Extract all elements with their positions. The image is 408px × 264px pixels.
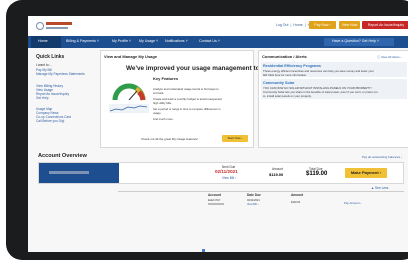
total-due-value: $119.00 bbox=[306, 171, 328, 177]
account-overview-title: Account Overview bbox=[38, 153, 87, 159]
account-name-block bbox=[39, 163, 119, 183]
table-divider bbox=[118, 191, 404, 192]
amount-value: $119.00 bbox=[269, 172, 284, 177]
col-account: Account bbox=[208, 193, 221, 197]
make-payment-button[interactable]: Make Payment › bbox=[345, 168, 387, 178]
logout-link[interactable]: Log Out bbox=[276, 23, 288, 27]
redacted-account-name bbox=[49, 171, 89, 174]
row-view-bill-link[interactable]: View Bill › bbox=[247, 203, 258, 206]
quick-links-title: Quick Links bbox=[36, 54, 65, 60]
quick-links-sidebar: Quick Links I want to... Pay My Bill Man… bbox=[28, 50, 106, 158]
feature-line: usage. bbox=[153, 111, 162, 115]
utility-logo bbox=[36, 21, 72, 31]
nav-home[interactable]: Home bbox=[38, 39, 48, 43]
pay-all-balances-link[interactable]: Pay all outstanding balances › bbox=[362, 155, 402, 159]
usage-headline: We've improved your usage management too… bbox=[126, 65, 271, 72]
feature-line: Set a period or range in time to compare… bbox=[153, 107, 221, 111]
pay-account-link[interactable]: Pay Account › bbox=[344, 201, 361, 205]
report-issue-button[interactable]: Report An Issue/Inquiry bbox=[362, 21, 408, 29]
redacted-account-number bbox=[208, 203, 224, 205]
nav-contact[interactable]: Contact Us ˅ bbox=[199, 39, 220, 43]
view-all-alerts-link[interactable]: ⓘ View All Alerts › bbox=[377, 55, 401, 59]
key-features-title: Key Features bbox=[153, 76, 179, 81]
see-less-toggle[interactable]: ▲ See Less bbox=[371, 186, 388, 190]
row-account: ELEC PAY bbox=[208, 199, 221, 202]
usage-footer: Check out all the great My Usage feature… bbox=[141, 137, 198, 141]
usage-gauge-chart bbox=[106, 76, 152, 116]
col-date-due: Date Due bbox=[247, 193, 261, 197]
main-nav: Home Billing & Payments ˅ My Profile ˅ M… bbox=[28, 36, 408, 48]
laptop-frame: Log Out|Home|Help Pay Now › View Now Rep… bbox=[6, 0, 408, 260]
nav-notifications[interactable]: Notifications ˅ bbox=[165, 39, 188, 43]
alerts-panel: Communication / Alerts ⓘ View All Alerts… bbox=[258, 50, 408, 148]
alert-solar-text: to, install solar panels on your propert… bbox=[263, 94, 312, 98]
quick-link-dig[interactable]: Call Before you Dig! bbox=[36, 119, 64, 123]
nav-usage[interactable]: My Usage ˅ bbox=[139, 39, 158, 43]
top-header: Log Out|Home|Help Pay Now › View Now Rep… bbox=[28, 16, 408, 36]
help-dropdown-label[interactable]: Have a Question? Get Help ˅ bbox=[332, 39, 379, 43]
dock-indicator bbox=[202, 249, 205, 252]
alert-efficiency-title[interactable]: Residential Efficiency Programs bbox=[263, 64, 321, 68]
alert-solar-title[interactable]: Community Solar bbox=[263, 81, 294, 85]
quick-link-help[interactable]: Get Help bbox=[36, 96, 49, 100]
col-amount: Amount bbox=[291, 193, 304, 197]
nav-billing[interactable]: Billing & Payments ˅ bbox=[66, 39, 99, 43]
nav-profile[interactable]: My Profile ˅ bbox=[112, 39, 131, 43]
feature-line: high utility bills. bbox=[153, 101, 172, 105]
separator: | bbox=[290, 23, 292, 27]
view-bill-link[interactable]: View Bill › bbox=[222, 176, 236, 180]
next-due-date: 02/11/2021 bbox=[215, 169, 238, 174]
row-date-due: 02/11/2021 bbox=[247, 199, 260, 202]
pay-now-button[interactable]: Pay Now › bbox=[309, 21, 336, 29]
alert-efficiency-text: bill! Click here for more information. bbox=[263, 73, 307, 77]
quick-link-paperless[interactable]: Manage My Paperless Statements bbox=[36, 72, 85, 76]
alerts-title: Communication / Alerts bbox=[262, 54, 307, 59]
account-summary-bar: Next Due 02/11/2021 View Bill › Amount $… bbox=[38, 162, 404, 184]
usage-panel-title: View and Manage My Usage bbox=[104, 54, 158, 59]
feature-line: cut back. bbox=[153, 91, 165, 95]
start-now-button[interactable]: Start Now › bbox=[222, 135, 248, 142]
feature-line: And much more. bbox=[153, 117, 174, 121]
quick-links-subtitle: I want to... bbox=[36, 63, 52, 67]
browser-screen: Log Out|Home|Help Pay Now › View Now Rep… bbox=[28, 16, 408, 252]
amount-label: Amount bbox=[272, 167, 283, 171]
account-overview: Account Overview Pay all outstanding bal… bbox=[38, 153, 404, 233]
usage-panel: View and Manage My Usage We've improved … bbox=[100, 50, 271, 148]
row-amount: $119.00 bbox=[291, 201, 301, 204]
home-link[interactable]: Home bbox=[293, 23, 302, 27]
view-now-button[interactable]: View Now bbox=[339, 21, 360, 29]
separator: | bbox=[304, 23, 306, 27]
